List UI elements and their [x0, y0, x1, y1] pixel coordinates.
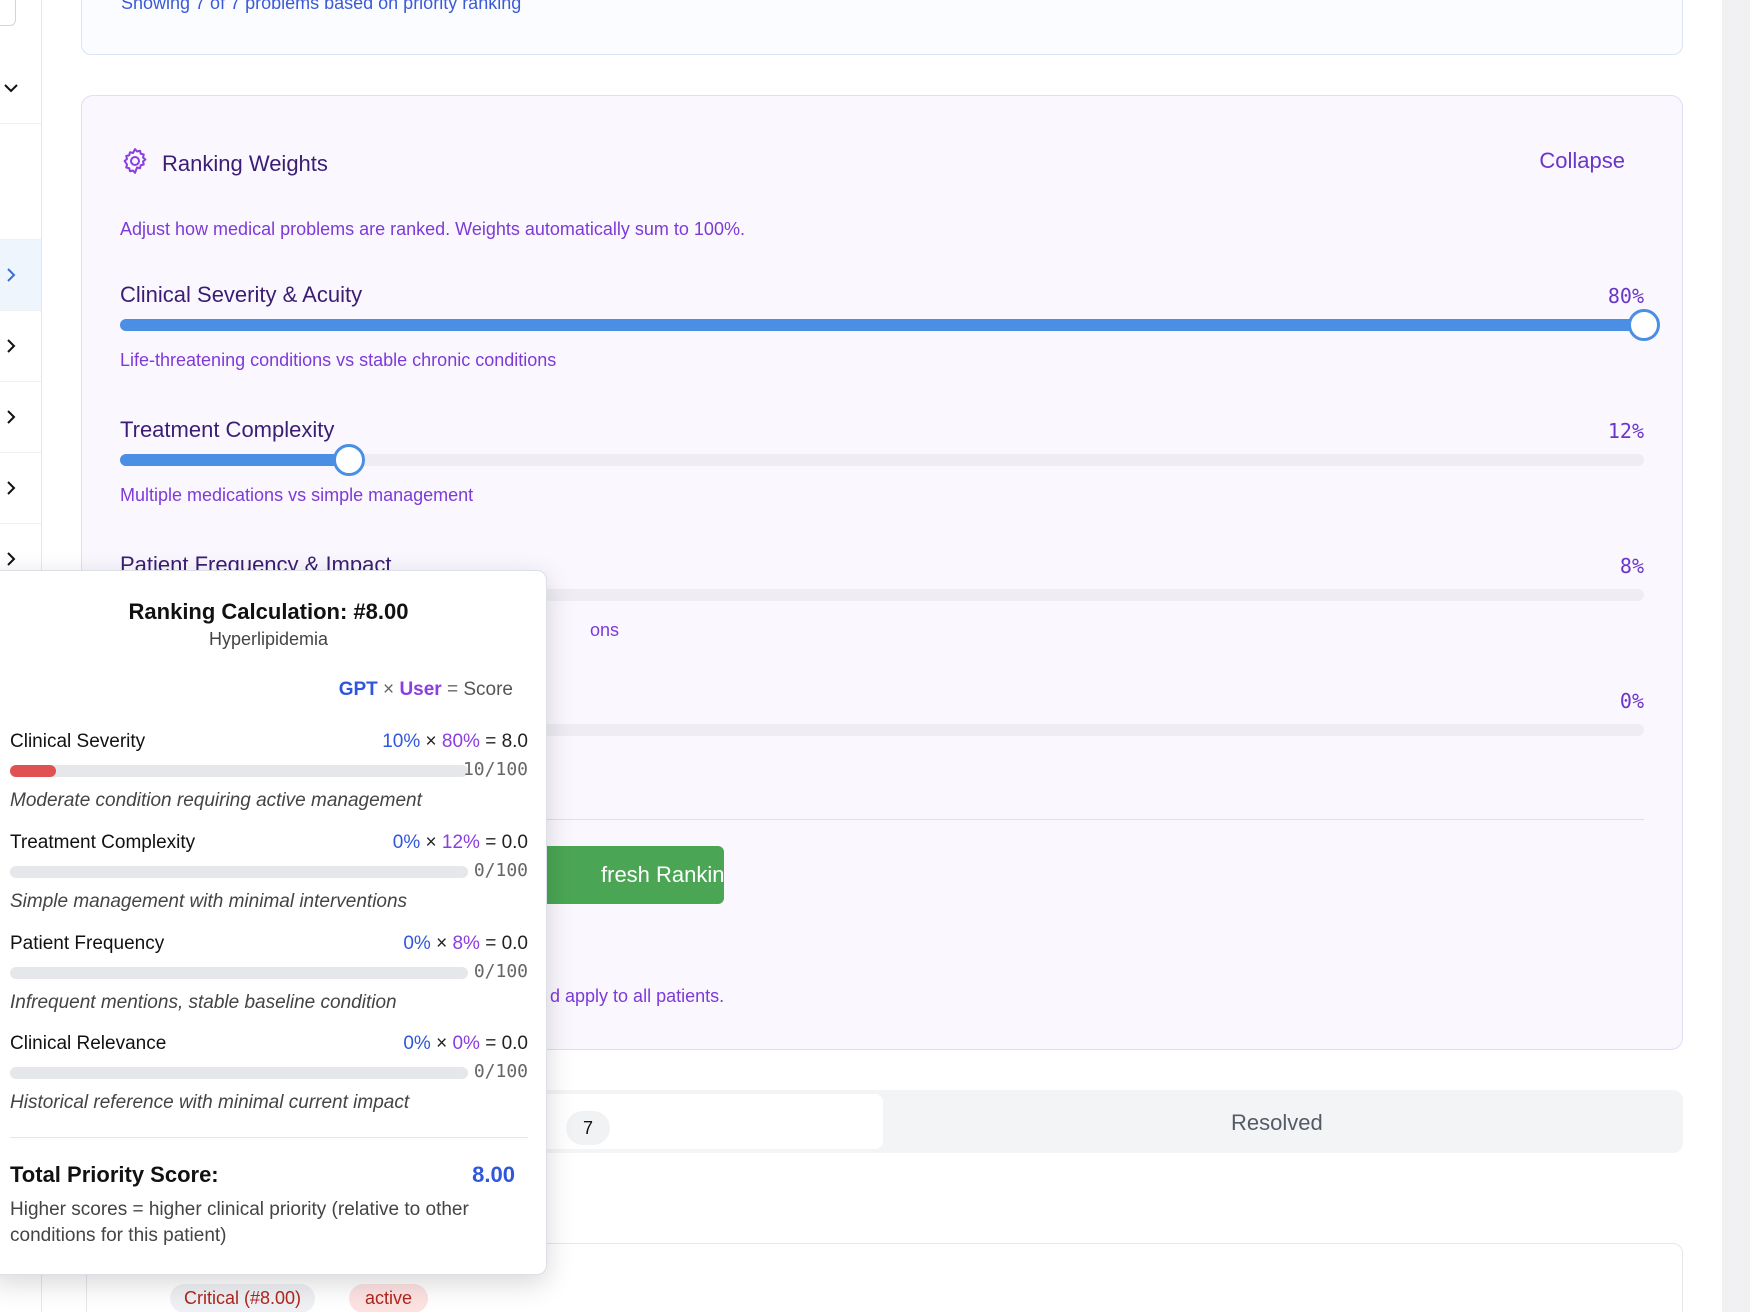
- slider-help-text: Multiple medications vs simple managemen…: [120, 485, 474, 505]
- metric-bar-track: [10, 866, 468, 878]
- metric-result: = 8.0: [485, 731, 528, 752]
- metric-name: Treatment Complexity: [10, 832, 196, 853]
- slider-thumb[interactable]: [1628, 309, 1660, 341]
- metric-out-of: 0/100: [473, 961, 528, 982]
- metric-clinical-relevance: Clinical Relevance 0% × 0% = 0.0 0/100 H…: [10, 1033, 528, 1128]
- calculation-legend: GPT × User = Score: [339, 679, 513, 701]
- metric-out-of: 0/100: [473, 1061, 528, 1082]
- metric-calculation: 0% × 0% = 0.0: [403, 1033, 528, 1055]
- slider-value: 0%: [1619, 689, 1644, 713]
- total-priority-value: 8.00: [472, 1162, 515, 1187]
- slider-label: Clinical Severity & Acuity: [120, 282, 363, 307]
- legend-gpt: GPT: [338, 679, 378, 700]
- legend-user: User: [399, 679, 442, 700]
- divider: [10, 1137, 528, 1138]
- metric-calculation: 0% × 12% = 0.0: [393, 832, 528, 854]
- metric-out-of: 0/100: [473, 860, 528, 881]
- metric-user-value: 80%: [441, 731, 480, 752]
- sidebar-search-input[interactable]: [0, 0, 16, 26]
- slider-thumb[interactable]: [332, 444, 365, 476]
- metric-user-value: 8%: [452, 933, 480, 954]
- chevron-right-icon: [3, 480, 19, 496]
- chevron-right-icon: [3, 267, 19, 283]
- slider-value: 8%: [1619, 554, 1644, 578]
- metric-name: Clinical Relevance: [10, 1033, 167, 1054]
- metric-treatment-complexity: Treatment Complexity 0% × 12% = 0.0 0/10…: [10, 832, 528, 927]
- metric-clinical-severity: Clinical Severity 10% × 80% = 8.0 10/100…: [10, 731, 528, 826]
- popover-subtitle: Hyperlipidemia: [208, 629, 329, 649]
- chevron-down-icon: [3, 80, 19, 96]
- slider-help-text: Life-threatening conditions vs stable ch…: [120, 350, 557, 370]
- metric-description: Historical reference with minimal curren…: [10, 1092, 410, 1113]
- metric-gpt-value: 10%: [382, 731, 421, 752]
- legend-equals: =: [446, 679, 459, 700]
- status-badge: active: [349, 1284, 429, 1312]
- metric-result: = 0.0: [485, 832, 528, 853]
- metric-patient-frequency: Patient Frequency 0% × 8% = 0.0 0/100 In…: [10, 933, 528, 1028]
- sidebar-item[interactable]: [0, 240, 41, 311]
- metric-description: Moderate condition requiring active mana…: [10, 790, 422, 811]
- metric-bar-track: [10, 765, 468, 777]
- problems-summary-card: Showing 7 of 7 problems based on priorit…: [81, 0, 1683, 55]
- times-sign: ×: [425, 731, 437, 752]
- slider-track[interactable]: [120, 444, 1644, 476]
- apply-note: d apply to all patients.: [550, 986, 725, 1006]
- slider-value: 80%: [1607, 284, 1644, 308]
- legend-times: ×: [383, 679, 395, 700]
- slider-value: 12%: [1607, 419, 1644, 443]
- metric-description: Simple management with minimal intervent…: [10, 891, 408, 912]
- sidebar-item[interactable]: [0, 382, 41, 453]
- slider-track[interactable]: [120, 309, 1660, 341]
- legend-score: Score: [463, 679, 513, 700]
- refresh-rankings-label: fresh Rankings: [601, 862, 724, 887]
- total-priority-note: Higher scores = higher clinical priority…: [10, 1199, 469, 1246]
- ranking-weights-header: Ranking Weights: [120, 146, 328, 181]
- metric-name: Clinical Severity: [10, 731, 146, 752]
- metric-gpt-value: 0%: [403, 933, 431, 954]
- gear-icon: [120, 146, 150, 181]
- total-priority-label: Total Priority Score:: [10, 1162, 219, 1187]
- metric-bar-fill: [10, 765, 56, 777]
- times-sign: ×: [425, 832, 437, 853]
- metric-description: Infrequent mentions, stable baseline con…: [10, 992, 397, 1013]
- slider-fill: [120, 319, 1644, 331]
- metric-gpt-value: 0%: [403, 1033, 431, 1054]
- metric-out-of: 10/100: [462, 759, 528, 780]
- priority-badge: Critical (#8.00): [170, 1284, 316, 1312]
- ranking-weights-title: Ranking Weights: [162, 150, 328, 176]
- chevron-right-icon: [3, 409, 19, 425]
- chevron-right-icon: [3, 338, 19, 354]
- popover-title: Ranking Calculation: #8.00: [128, 599, 409, 624]
- metric-user-value: 0%: [452, 1033, 480, 1054]
- times-sign: ×: [436, 1033, 448, 1054]
- weights-description: Adjust how medical problems are ranked. …: [120, 219, 745, 239]
- sidebar-item[interactable]: [0, 53, 41, 124]
- times-sign: ×: [436, 933, 448, 954]
- tab-resolved[interactable]: Resolved: [1231, 1110, 1323, 1136]
- sidebar-item[interactable]: [0, 124, 41, 240]
- chevron-right-icon: [3, 551, 19, 567]
- slider-help-text: ons: [590, 620, 620, 640]
- collapse-button[interactable]: Collapse: [1539, 148, 1625, 174]
- showing-count-text: Showing 7 of 7 problems based on priorit…: [121, 0, 522, 13]
- slider-fill: [120, 454, 349, 466]
- metric-result: = 0.0: [485, 933, 528, 954]
- metric-bar-track: [10, 1067, 468, 1079]
- ranking-calculation-popover: Ranking Calculation: #8.00 Hyperlipidemi…: [0, 570, 547, 1275]
- metric-name: Patient Frequency: [10, 933, 165, 954]
- metric-result: = 0.0: [485, 1033, 528, 1054]
- metric-calculation: 0% × 8% = 0.0: [403, 933, 528, 955]
- slider-label: Treatment Complexity: [120, 417, 335, 442]
- metric-user-value: 12%: [441, 832, 480, 853]
- metric-bar-track: [10, 967, 468, 979]
- metric-calculation: 10% × 80% = 8.0: [382, 731, 528, 753]
- page-scrollbar[interactable]: [1722, 0, 1750, 1312]
- metric-gpt-value: 0%: [392, 832, 421, 853]
- sidebar-item[interactable]: [0, 453, 41, 524]
- tab-count-badge: 7: [566, 1111, 610, 1145]
- sidebar-item[interactable]: [0, 311, 41, 382]
